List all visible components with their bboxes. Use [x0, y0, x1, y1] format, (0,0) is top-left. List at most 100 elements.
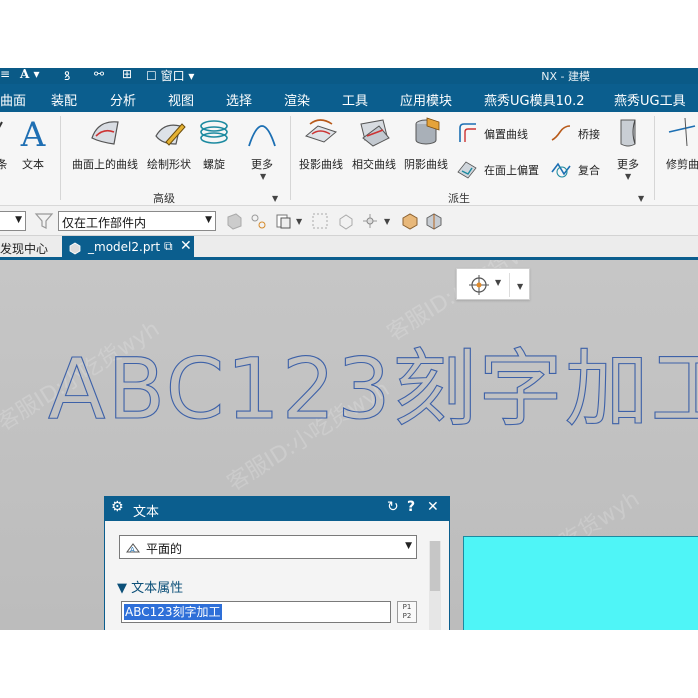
solid-select-icon[interactable] [224, 211, 244, 231]
snap-point-icon[interactable] [360, 211, 380, 231]
text-button[interactable]: A 文本 [12, 112, 54, 184]
restore-tab-icon[interactable]: ⧉ [164, 239, 173, 254]
offset-curve-button[interactable]: 偏置曲线 [456, 122, 546, 144]
bridge-curve-label: 桥接 [578, 128, 600, 141]
svg-text:A: A [20, 116, 46, 148]
group-separator [654, 116, 655, 200]
title-bar: ≡ A ▾ ꝸ ⚯ ⊞ ☐ 窗口 ▾ NX - 建模 [0, 68, 698, 84]
isocline-curve-label: 阴影曲线 [404, 158, 448, 171]
type-filter-select[interactable]: ▼ [0, 211, 26, 231]
offset-in-face-label: 在面上偏置 [484, 164, 539, 177]
component-icon[interactable] [424, 211, 444, 231]
body-select-icon[interactable] [336, 211, 356, 231]
advanced-group-caret-icon[interactable]: ▼ [272, 194, 278, 203]
text-dialog: ⚙ 文本 ↻ ? ✕ A 平面的 ▼ ▼ 文本属性 ABC123刻字加工 P1 … [104, 496, 450, 630]
gear-icon[interactable]: ⚙ [111, 499, 124, 515]
chevron-down-icon: ▼ [15, 215, 22, 225]
isocline-curve-button[interactable]: 阴影曲线 [400, 112, 452, 184]
menu-analysis[interactable]: 分析 [110, 90, 136, 109]
advanced-more-button[interactable]: 更多 ▼ [240, 112, 284, 184]
dialog-scrollbar[interactable] [429, 541, 441, 630]
tab-model2[interactable]: _model2.prt ⧉ ✕ [62, 236, 194, 260]
derived-more-button[interactable]: 更多 ▼ [612, 112, 644, 184]
helix-button[interactable]: 螺旋 [194, 112, 234, 184]
menu-select[interactable]: 选择 [226, 90, 252, 109]
dialog-title: 文本 [133, 505, 160, 520]
filter-icon[interactable] [34, 211, 54, 231]
intersection-curve-label: 相交曲线 [352, 158, 396, 171]
menu-yanxiu-tools[interactable]: 燕秀UG工具 [614, 90, 686, 109]
copy-paste-icon[interactable] [274, 211, 294, 231]
chevron-down-icon: ▼ [205, 215, 212, 225]
close-icon[interactable]: ✕ [427, 499, 439, 515]
menu-tools[interactable]: 工具 [342, 90, 368, 109]
cylinder-icon [415, 117, 440, 145]
crosshair-icon [469, 275, 489, 295]
menu-applications[interactable]: 应用模块 [400, 90, 452, 109]
text-content-input[interactable]: ABC123刻字加工 [121, 601, 391, 623]
mic-icon[interactable]: ꝸ [64, 68, 70, 84]
group-separator [60, 116, 61, 200]
document-tab-bar: 发现中心 _model2.prt ⧉ ✕ [0, 236, 698, 260]
insert-symbol-button[interactable]: P1 P2 [397, 601, 417, 623]
offset-in-face-button[interactable]: 在面上偏置 [456, 158, 548, 180]
help-icon[interactable]: ? [407, 499, 415, 515]
close-tab-icon[interactable]: ✕ [180, 238, 192, 254]
offset-curve-icon [459, 123, 476, 142]
svg-text:A: A [130, 546, 135, 554]
graphics-window[interactable]: 客服ID:小吃货wyh 客服ID:小吃货wyh 客服ID:小吃货wyh 客服ID… [0, 260, 698, 630]
project-curve-button[interactable]: 投影曲线 [294, 112, 348, 184]
part-file-icon [69, 242, 81, 255]
trim-curve-label: 修剪曲 [666, 158, 698, 171]
caret-down-icon[interactable]: ▼ [495, 278, 501, 287]
text-a-icon: A [20, 116, 46, 148]
text-label: 文本 [22, 158, 44, 171]
curve-on-surface-button[interactable]: 曲面上的曲线 [66, 112, 144, 184]
dialog-scroll-thumb[interactable] [430, 541, 440, 591]
curve-on-surface-label: 曲面上的曲线 [72, 158, 138, 171]
group-separator [290, 116, 291, 200]
window-icon[interactable]: ⊞ [122, 68, 132, 81]
reset-icon[interactable]: ↻ [387, 499, 399, 515]
composite-curve-button[interactable]: 复合 [550, 158, 612, 180]
offset-curve-label: 偏置曲线 [484, 128, 528, 141]
intersection-curve-button[interactable]: 相交曲线 [348, 112, 400, 184]
derived-group-caret-icon[interactable]: ▼ [638, 194, 644, 203]
window-menu-icon[interactable]: ☐ 窗口 ▾ [146, 68, 194, 84]
advanced-more-label: 更多 [251, 158, 273, 171]
bridge-curve-button[interactable]: 桥接 [550, 122, 612, 144]
text-quick-icon[interactable]: A ▾ [20, 68, 40, 81]
menu-assembly[interactable]: 装配 [51, 90, 77, 109]
trim-curve-button[interactable]: 修剪曲 [660, 112, 698, 184]
quick-access-icon[interactable]: ≡ [0, 68, 10, 81]
caret-down-icon: ▼ [260, 172, 267, 181]
snap-node-icon[interactable] [248, 211, 268, 231]
selection-scope-value: 仅在工作部件内 [62, 216, 147, 230]
text-properties-header[interactable]: ▼ 文本属性 [117, 577, 183, 596]
part-icon[interactable] [400, 211, 420, 231]
line-button[interactable]: 条 [0, 112, 10, 184]
line-label: 条 [0, 158, 8, 171]
menu-yanxiu-mold[interactable]: 燕秀UG模具10.2 [484, 90, 585, 109]
project-curve-label: 投影曲线 [299, 158, 343, 171]
sketch-shape-button[interactable]: 绘制形状 [144, 112, 194, 184]
snap-point-toolbar[interactable]: ▼ ▼ [456, 268, 530, 300]
derived-more-label: 更多 [617, 158, 639, 171]
box-select-icon[interactable] [310, 211, 330, 231]
derived-group-label: 派生 [448, 192, 470, 205]
intersection-curve-icon [360, 119, 390, 147]
text-type-select[interactable]: A 平面的 ▼ [119, 535, 417, 559]
selection-scope-select[interactable]: 仅在工作部件内 ▼ [58, 211, 216, 231]
composite-curve-icon [551, 162, 571, 178]
bridge-icon [551, 125, 571, 141]
caret-down-icon[interactable]: ▼ [384, 217, 390, 226]
caret-down-icon[interactable]: ▼ [517, 282, 523, 291]
tab-discovery-center[interactable]: 发现中心 [0, 240, 48, 257]
selection-filter-bar: ▼ 仅在工作部件内 ▼ ▼ ▼ [0, 206, 698, 236]
caret-down-icon[interactable]: ▼ [296, 217, 302, 226]
menu-view[interactable]: 视图 [168, 90, 194, 109]
top-margin [0, 0, 698, 68]
menu-surface[interactable]: 曲面 [0, 90, 26, 109]
menu-render[interactable]: 渲染 [284, 90, 310, 109]
link-icon[interactable]: ⚯ [94, 68, 104, 81]
